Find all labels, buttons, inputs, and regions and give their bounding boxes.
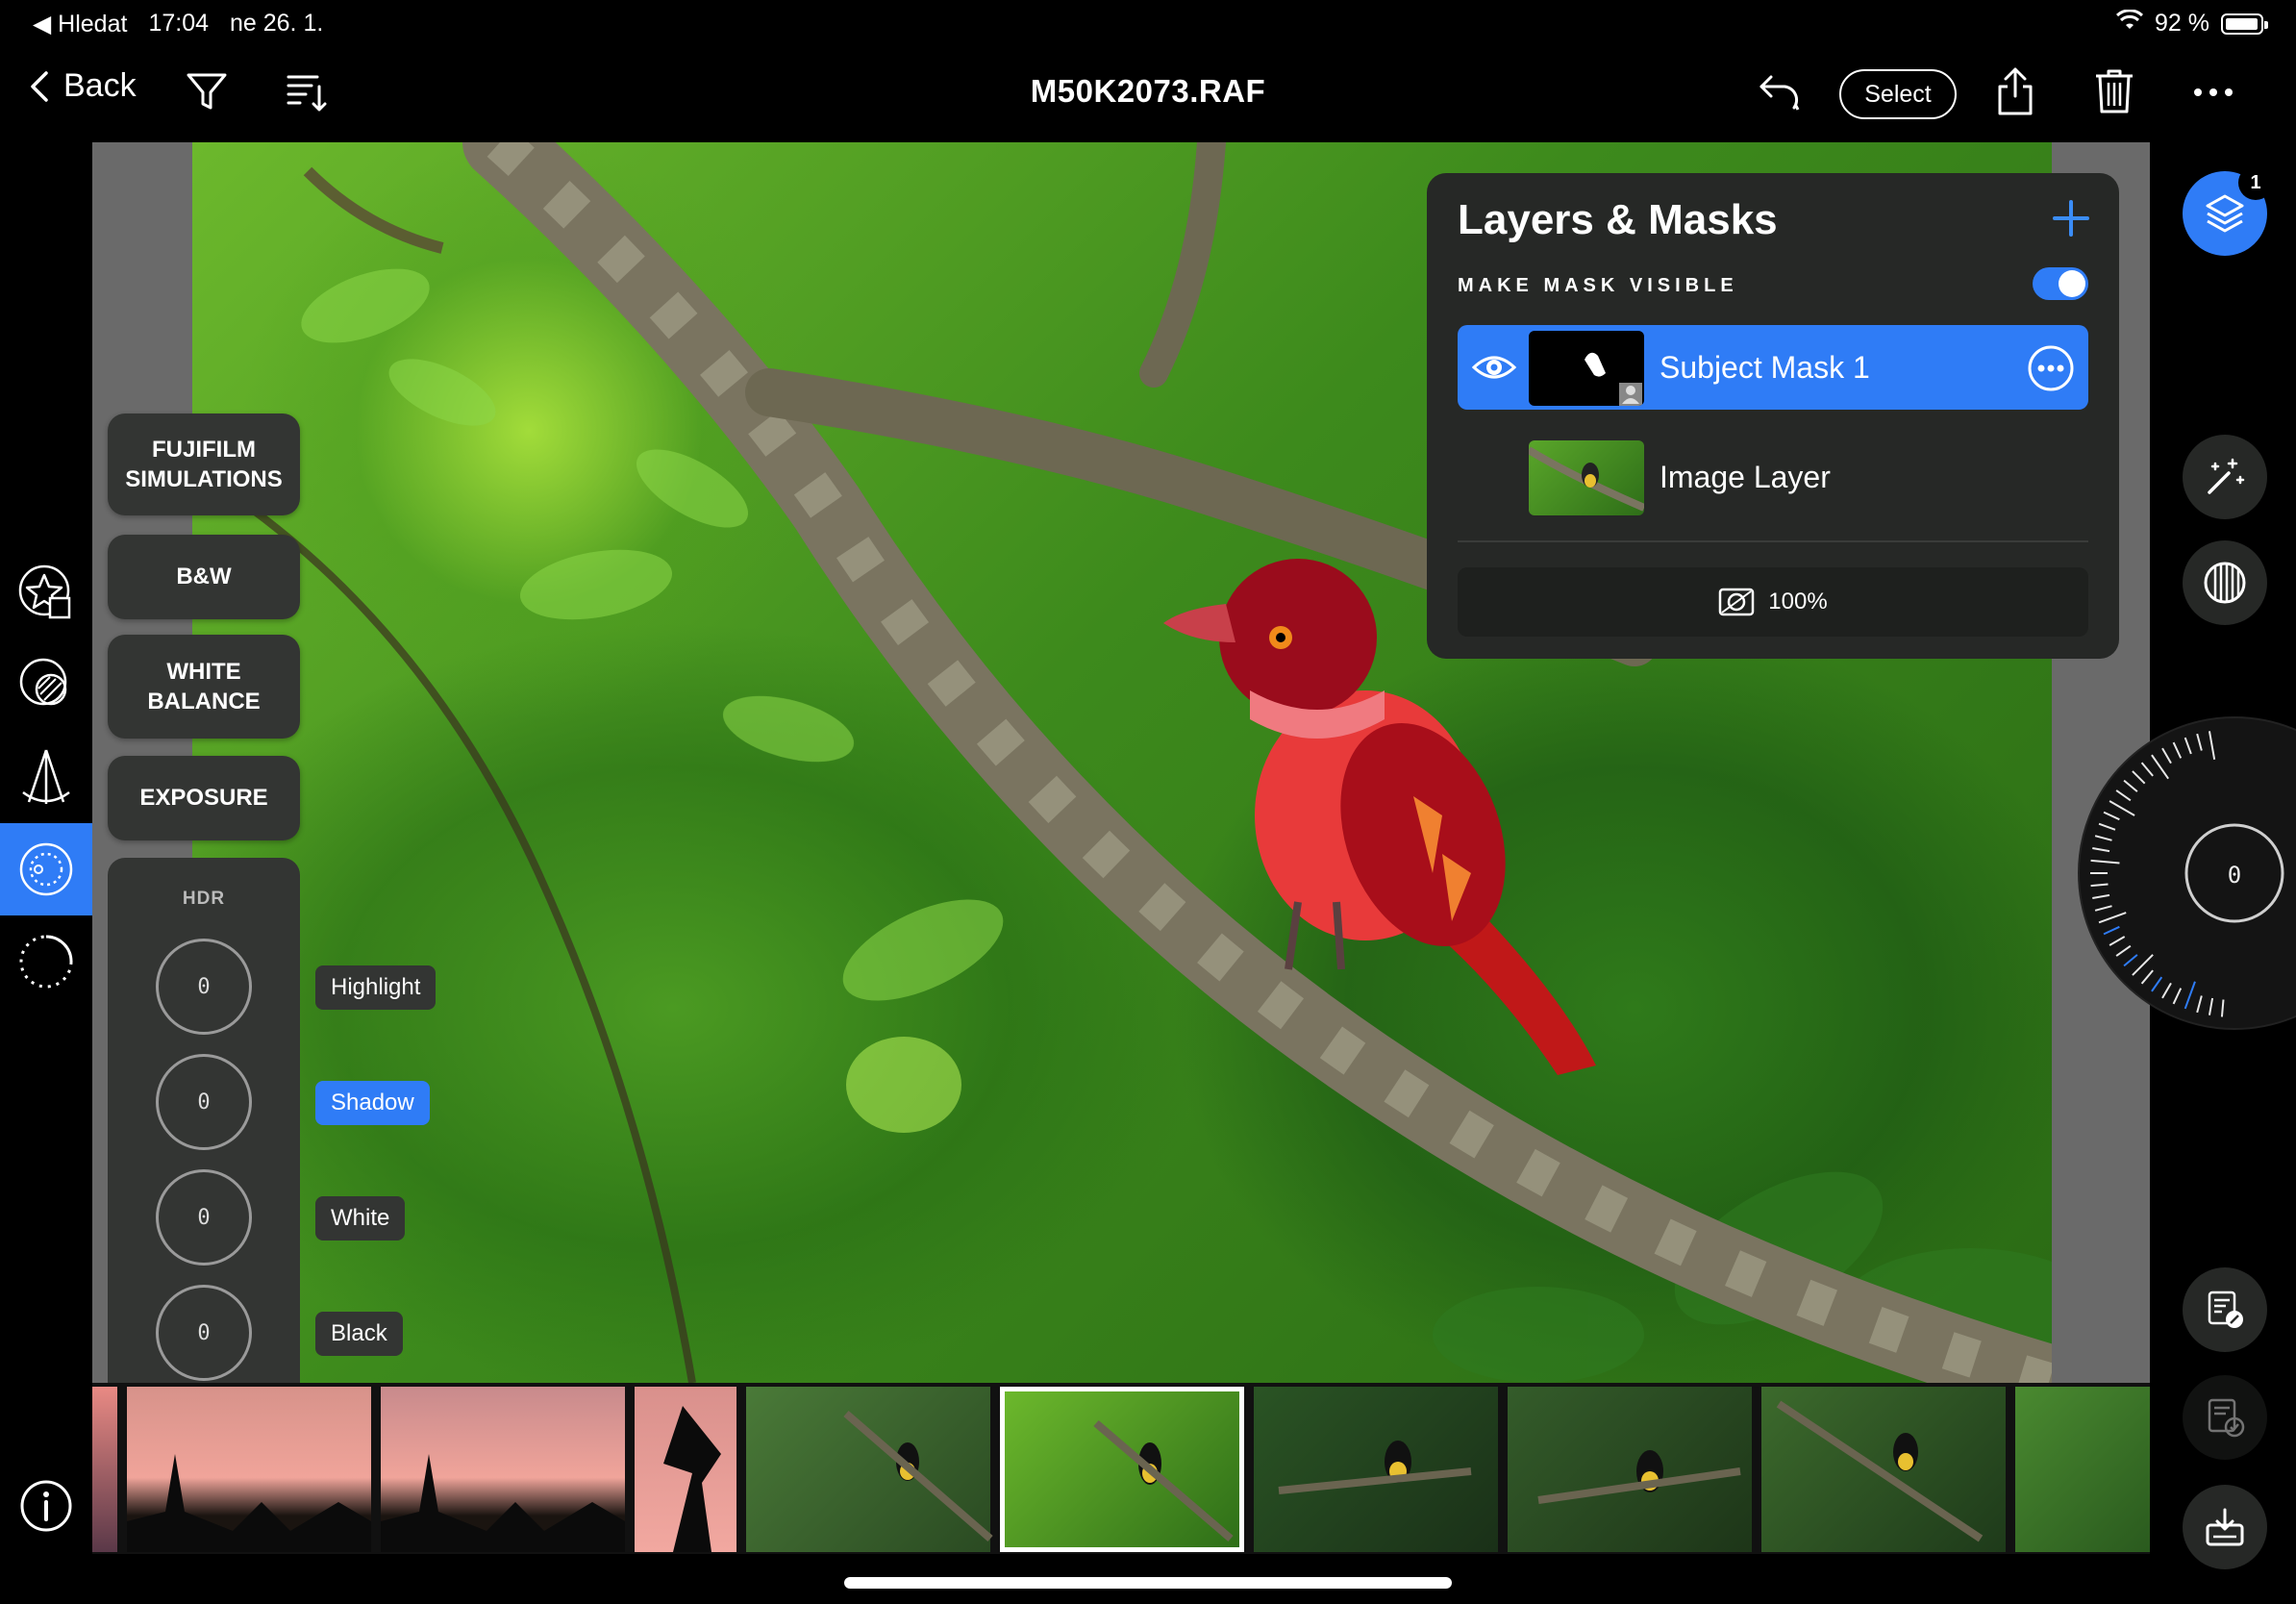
- film-thumb[interactable]: [2015, 1387, 2150, 1552]
- white-dial[interactable]: 0: [156, 1169, 252, 1266]
- wheel-value: 0: [2228, 862, 2241, 889]
- dial-adjust-icon: [19, 842, 73, 896]
- image-layer-thumbnail: [1529, 440, 1644, 515]
- film-thumb[interactable]: [746, 1387, 990, 1552]
- trash-icon: [2096, 69, 2133, 113]
- layer-options-button[interactable]: [2027, 344, 2075, 397]
- status-date: ne 26. 1.: [230, 10, 324, 37]
- magic-wand-icon: [2208, 458, 2245, 494]
- layer-subject-mask[interactable]: Subject Mask 1: [1458, 325, 2088, 410]
- eye-icon[interactable]: [1471, 348, 1517, 391]
- star-badge-icon: [18, 564, 71, 619]
- film-thumb[interactable]: [1761, 1387, 2006, 1552]
- copy-settings-button[interactable]: [2183, 1267, 2267, 1352]
- add-layer-button[interactable]: [2052, 194, 2090, 246]
- adjustment-wheel[interactable]: 0: [2077, 654, 2296, 1087]
- layers-icon: [2206, 194, 2244, 233]
- opacity-icon: [1719, 588, 1755, 616]
- layer-count-badge: 1: [2238, 165, 2273, 200]
- highlight-label[interactable]: Highlight: [315, 965, 437, 1010]
- white-label[interactable]: White: [315, 1196, 406, 1241]
- preset-bw[interactable]: B&W: [108, 535, 300, 619]
- undo-icon: [1759, 75, 1800, 111]
- opacity-value: 100%: [1768, 589, 1828, 614]
- preset-white-balance[interactable]: WHITE BALANCE: [108, 635, 300, 739]
- left-tool-bar: [0, 142, 92, 1604]
- layer-opacity-control[interactable]: 100%: [1458, 567, 2088, 637]
- panel-title: Layers & Masks: [1458, 196, 1778, 243]
- make-mask-visible-toggle[interactable]: [2033, 267, 2088, 300]
- select-button[interactable]: Select: [1839, 69, 1957, 119]
- status-bar: ◀ Hledat 17:04 ne 26. 1. 92 %: [0, 0, 2296, 46]
- geometry-tool[interactable]: [0, 731, 92, 823]
- wifi-icon: [2115, 9, 2144, 38]
- mask-circle-icon: [19, 658, 67, 706]
- black-label[interactable]: Black: [315, 1312, 403, 1356]
- filmstrip[interactable]: [92, 1383, 2150, 1554]
- progress-circle-icon: [19, 935, 73, 989]
- battery-percent: 92 %: [2155, 10, 2209, 37]
- hdr-panel: HDR 0 0 0 0: [108, 858, 300, 1383]
- film-thumb[interactable]: [92, 1387, 117, 1552]
- preset-exposure[interactable]: EXPOSURE: [108, 756, 300, 840]
- film-thumb[interactable]: [1508, 1387, 1752, 1552]
- shadow-dial[interactable]: 0: [156, 1054, 252, 1150]
- info-icon: [20, 1480, 72, 1532]
- perspective-icon: [22, 749, 70, 804]
- undo-button[interactable]: [1758, 71, 1804, 113]
- layers-masks-panel: Layers & Masks MAKE MASK VISIBLE Subject…: [1427, 173, 2119, 659]
- delete-button[interactable]: [2094, 67, 2134, 115]
- layer-image[interactable]: Image Layer: [1458, 435, 2088, 519]
- paste-adjustments-icon: [2208, 1398, 2245, 1438]
- film-thumb[interactable]: [635, 1387, 736, 1552]
- presets-tool[interactable]: [0, 546, 92, 639]
- plus-icon: [2053, 200, 2089, 237]
- battery-icon: [2221, 13, 2268, 35]
- make-mask-visible-label: MAKE MASK VISIBLE: [1458, 275, 1738, 296]
- divider: [1458, 540, 2088, 542]
- compare-button[interactable]: [2183, 540, 2267, 625]
- back-to-app[interactable]: ◀ Hledat: [33, 10, 127, 38]
- film-thumb-selected[interactable]: [1000, 1387, 1244, 1552]
- highlight-dial[interactable]: 0: [156, 939, 252, 1035]
- stripes-circle-icon: [2204, 562, 2246, 604]
- top-toolbar: Back M50K2073.RAF Select: [0, 46, 2296, 142]
- ellipsis-icon: [2194, 88, 2233, 96]
- paste-settings-button[interactable]: [2183, 1375, 2267, 1460]
- film-thumb[interactable]: [1254, 1387, 1498, 1552]
- export-tray-icon: [2206, 1508, 2244, 1546]
- share-button[interactable]: [1994, 65, 2036, 117]
- layers-button[interactable]: 1: [2183, 165, 2273, 256]
- mask-tool[interactable]: [0, 639, 92, 731]
- preset-fujifilm-simulations[interactable]: FUJIFILM SIMULATIONS: [108, 414, 300, 515]
- film-thumb[interactable]: [127, 1387, 371, 1552]
- auto-enhance-button[interactable]: [2183, 435, 2267, 519]
- status-time: 17:04: [148, 10, 209, 37]
- adjust-tool[interactable]: [0, 823, 92, 915]
- hdr-title: HDR: [182, 889, 226, 909]
- loading-tool[interactable]: [0, 915, 92, 1008]
- shadow-label[interactable]: Shadow: [315, 1081, 430, 1125]
- home-indicator[interactable]: [844, 1577, 1452, 1589]
- share-icon: [1998, 67, 2033, 115]
- layer-name: Subject Mask 1: [1660, 349, 1870, 385]
- more-button[interactable]: [2192, 87, 2234, 98]
- layer-name: Image Layer: [1660, 459, 1831, 494]
- more-circle-icon: [2028, 345, 2074, 391]
- copy-adjustments-icon: [2208, 1291, 2243, 1328]
- black-dial[interactable]: 0: [156, 1285, 252, 1381]
- mask-thumbnail: [1529, 331, 1644, 406]
- export-button[interactable]: [2183, 1485, 2267, 1569]
- info-button[interactable]: [0, 1460, 92, 1552]
- film-thumb[interactable]: [381, 1387, 625, 1552]
